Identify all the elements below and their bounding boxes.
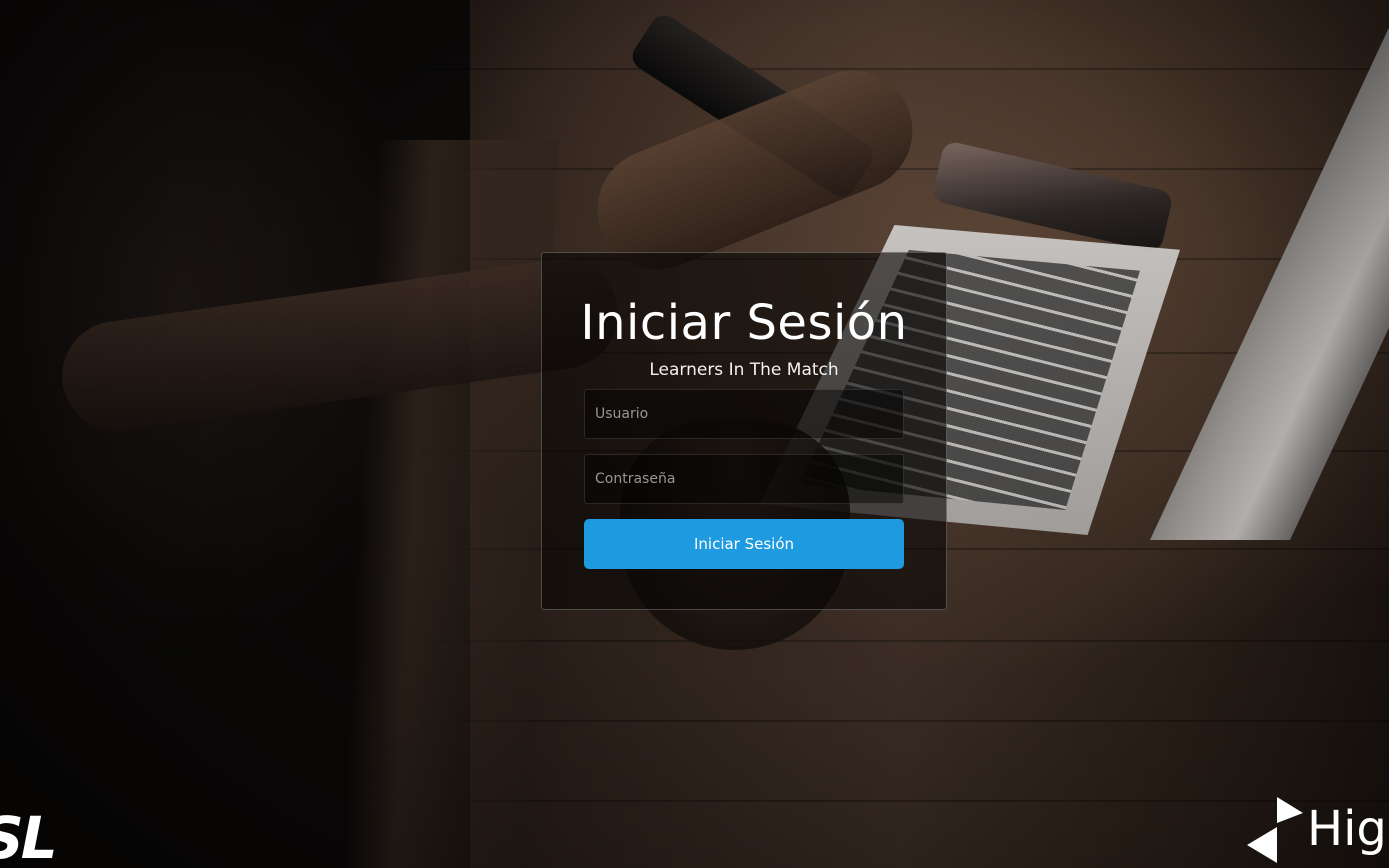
- login-button[interactable]: Iniciar Sesión: [584, 519, 904, 569]
- password-input[interactable]: [584, 454, 904, 504]
- login-title: Iniciar Sesión: [580, 295, 908, 351]
- login-panel: Iniciar Sesión Learners In The Match Ini…: [541, 252, 947, 610]
- brand-logo-right-text: Hig: [1307, 801, 1387, 857]
- username-input[interactable]: [584, 389, 904, 439]
- brand-logo-right: Hig: [1247, 793, 1389, 868]
- flag-logo-icon: [1247, 797, 1303, 863]
- login-subtitle: Learners In The Match: [649, 360, 839, 380]
- brand-logo-left: SL: [0, 808, 80, 868]
- brand-logo-left-text: SL: [0, 808, 58, 868]
